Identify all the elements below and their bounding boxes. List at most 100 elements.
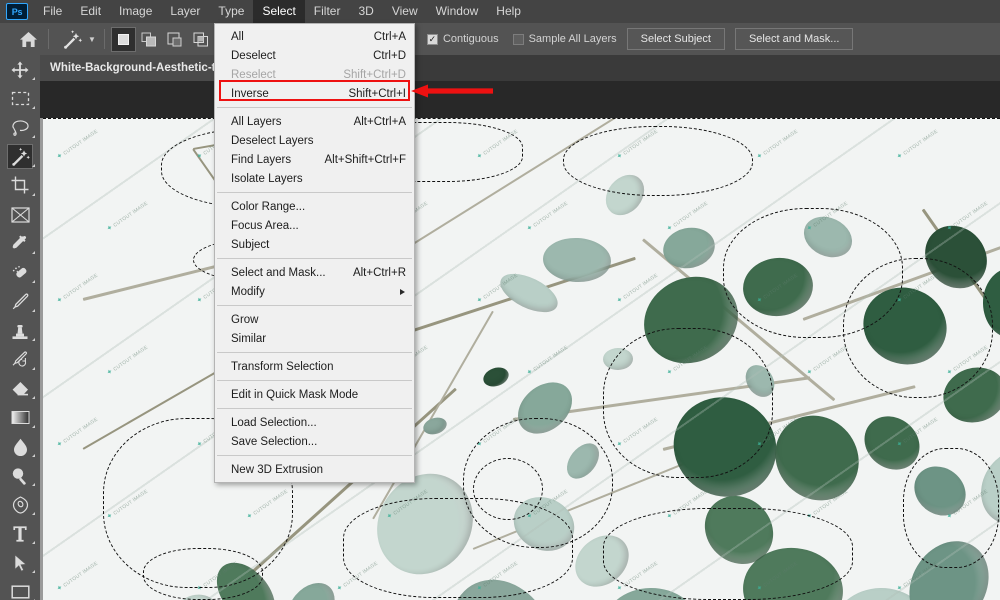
menu-item-focus-area[interactable]: Focus Area... bbox=[215, 216, 414, 235]
menu-item-edit-in-quick-mask-mode[interactable]: Edit in Quick Mask Mode bbox=[215, 385, 414, 404]
checkbox-checked-icon[interactable]: ✓ bbox=[426, 33, 438, 45]
menu-item-all[interactable]: All Ctrl+A bbox=[215, 27, 414, 46]
spot-healing-brush-tool[interactable] bbox=[0, 258, 40, 287]
move-tool[interactable] bbox=[0, 55, 40, 84]
menu-separator bbox=[217, 380, 412, 381]
tool-flyout-indicator-icon[interactable] bbox=[32, 483, 35, 486]
tool-flyout-indicator-icon[interactable] bbox=[32, 454, 35, 457]
selection-outline bbox=[473, 458, 543, 520]
menu-item-similar[interactable]: Similar bbox=[215, 329, 414, 348]
menu-item-save-selection[interactable]: Save Selection... bbox=[215, 432, 414, 451]
tool-flyout-indicator-icon[interactable] bbox=[32, 425, 35, 428]
document-image[interactable]: ✦ CUTOUT IMAGE✦ CUTOUT IMAGE✦ CUTOUT IMA… bbox=[43, 118, 1000, 600]
leaf bbox=[758, 398, 876, 518]
menu-item-deselect[interactable]: Deselect Ctrl+D bbox=[215, 46, 414, 65]
menu-file[interactable]: File bbox=[34, 0, 71, 23]
clone-stamp-tool[interactable] bbox=[0, 316, 40, 345]
document-tab[interactable]: White-Background-Aesthetic-tr bbox=[40, 55, 230, 81]
eyedropper-tool[interactable] bbox=[0, 229, 40, 258]
menu-item-label: Load Selection... bbox=[231, 416, 317, 429]
selection-outline bbox=[143, 548, 263, 600]
tool-flyout-indicator-icon[interactable] bbox=[32, 251, 35, 254]
tool-flyout-indicator-icon[interactable] bbox=[32, 570, 35, 573]
add-to-selection-button[interactable] bbox=[137, 27, 162, 52]
tool-preset-picker[interactable]: ▼ bbox=[55, 26, 98, 52]
menu-item-deselect-layers[interactable]: Deselect Layers bbox=[215, 131, 414, 150]
tool-flyout-indicator-icon[interactable] bbox=[32, 106, 35, 109]
home-icon[interactable] bbox=[14, 25, 42, 53]
tool-flyout-indicator-icon[interactable] bbox=[32, 541, 35, 544]
checkbox-unchecked-icon[interactable]: ✓ bbox=[512, 33, 524, 45]
tool-flyout-indicator-icon[interactable] bbox=[32, 338, 35, 341]
tool-options-bar[interactable]: ▼ Tolerance: ✓ Anti-alias ✓ Contiguous ✓… bbox=[0, 23, 1000, 55]
tools-panel[interactable]: » bbox=[0, 23, 40, 600]
magic-wand-icon[interactable] bbox=[59, 26, 85, 52]
menu-item-reselect: Reselect Shift+Ctrl+D bbox=[215, 65, 414, 84]
pen-tool[interactable] bbox=[0, 490, 40, 519]
menu-item-shortcut: Shift+Ctrl+I bbox=[348, 87, 406, 100]
menu-image[interactable]: Image bbox=[110, 0, 161, 23]
menu-item-inverse[interactable]: Inverse Shift+Ctrl+I bbox=[215, 84, 414, 103]
menu-item-label: Focus Area... bbox=[231, 219, 299, 232]
new-selection-button[interactable] bbox=[110, 26, 136, 52]
history-brush-tool[interactable] bbox=[0, 345, 40, 374]
menu-item-subject[interactable]: Subject bbox=[215, 235, 414, 254]
document-tab-bar[interactable]: White-Background-Aesthetic-tr bbox=[40, 55, 1000, 81]
intersect-with-selection-button[interactable] bbox=[189, 27, 214, 52]
menu-select[interactable]: Select bbox=[253, 0, 305, 23]
tool-flyout-indicator-icon[interactable] bbox=[32, 77, 35, 80]
tool-flyout-indicator-icon[interactable] bbox=[32, 367, 35, 370]
menu-window[interactable]: Window bbox=[427, 0, 488, 23]
lasso-tool[interactable] bbox=[0, 113, 40, 142]
select-subject-button[interactable]: Select Subject bbox=[626, 28, 725, 50]
menu-edit[interactable]: Edit bbox=[71, 0, 110, 23]
rectangle-tool[interactable] bbox=[0, 577, 40, 600]
blur-tool[interactable] bbox=[0, 432, 40, 461]
menu-item-find-layers[interactable]: Find Layers Alt+Shift+Ctrl+F bbox=[215, 150, 414, 169]
menu-help[interactable]: Help bbox=[487, 0, 530, 23]
leaf bbox=[480, 364, 512, 390]
type-tool[interactable] bbox=[0, 519, 40, 548]
chevron-down-icon[interactable]: ▼ bbox=[88, 35, 96, 44]
tool-flyout-indicator-icon[interactable] bbox=[32, 164, 35, 167]
frame-tool[interactable] bbox=[0, 200, 40, 229]
eraser-tool[interactable] bbox=[0, 374, 40, 403]
menu-3d[interactable]: 3D bbox=[349, 0, 382, 23]
selection-mode-group[interactable] bbox=[110, 26, 214, 52]
menu-item-all-layers[interactable]: All Layers Alt+Ctrl+A bbox=[215, 112, 414, 131]
sample-all-layers-checkbox[interactable]: ✓ Sample All Layers bbox=[512, 33, 617, 45]
tool-flyout-indicator-icon[interactable] bbox=[32, 309, 35, 312]
tool-flyout-indicator-icon[interactable] bbox=[32, 280, 35, 283]
menu-item-modify[interactable]: Modify bbox=[215, 282, 414, 301]
menu-item-select-and-mask[interactable]: Select and Mask... Alt+Ctrl+R bbox=[215, 263, 414, 282]
gradient-tool[interactable] bbox=[0, 403, 40, 432]
brush-tool[interactable] bbox=[0, 287, 40, 316]
menu-item-grow[interactable]: Grow bbox=[215, 310, 414, 329]
menu-item-transform-selection[interactable]: Transform Selection bbox=[215, 357, 414, 376]
tool-flyout-indicator-icon[interactable] bbox=[32, 193, 35, 196]
menu-item-color-range[interactable]: Color Range... bbox=[215, 197, 414, 216]
subtract-from-selection-button[interactable] bbox=[163, 27, 188, 52]
tool-flyout-indicator-icon[interactable] bbox=[32, 512, 35, 515]
menu-item-new-3d-extrusion[interactable]: New 3D Extrusion bbox=[215, 460, 414, 479]
crop-tool[interactable] bbox=[0, 171, 40, 200]
magic-wand-tool[interactable] bbox=[0, 142, 40, 171]
contiguous-checkbox[interactable]: ✓ Contiguous bbox=[426, 33, 499, 45]
menu-type[interactable]: Type bbox=[209, 0, 253, 23]
rectangular-marquee-tool[interactable] bbox=[0, 84, 40, 113]
canvas-area[interactable]: ✦ CUTOUT IMAGE✦ CUTOUT IMAGE✦ CUTOUT IMA… bbox=[40, 81, 1000, 600]
select-menu-dropdown[interactable]: All Ctrl+A Deselect Ctrl+D Reselect Shift+Ctr… bbox=[214, 23, 415, 483]
selection-outline bbox=[903, 448, 999, 568]
dodge-tool[interactable] bbox=[0, 461, 40, 490]
menu-bar[interactable]: Ps File Edit Image Layer Type Select Filter 3D V… bbox=[0, 0, 1000, 23]
menu-item-load-selection[interactable]: Load Selection... bbox=[215, 413, 414, 432]
menu-view[interactable]: View bbox=[383, 0, 427, 23]
select-and-mask-button[interactable]: Select and Mask... bbox=[734, 28, 854, 50]
menu-item-isolate-layers[interactable]: Isolate Layers bbox=[215, 169, 414, 188]
tool-flyout-indicator-icon[interactable] bbox=[32, 396, 35, 399]
tool-flyout-indicator-icon[interactable] bbox=[32, 135, 35, 138]
menu-layer[interactable]: Layer bbox=[161, 0, 209, 23]
selection-outline bbox=[603, 508, 853, 600]
path-selection-tool[interactable] bbox=[0, 548, 40, 577]
menu-filter[interactable]: Filter bbox=[305, 0, 350, 23]
